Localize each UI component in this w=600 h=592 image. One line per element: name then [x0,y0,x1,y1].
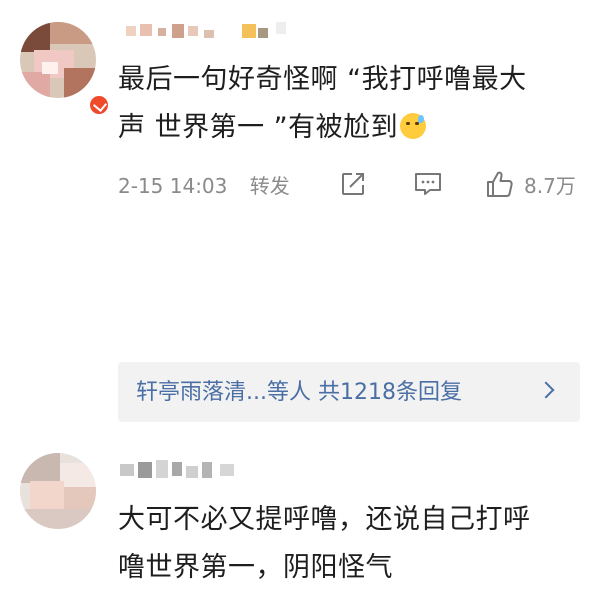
comment-item: 最后一句好奇怪啊 “我打呼噜最大 声 世界第一 ”有被尬到 2-15 14:03… [0,0,600,222]
comment-meta: 2-15 14:03 转发 [118,170,290,199]
chevron-right-icon [537,381,555,399]
sweat-smile-emoji-icon [400,113,427,139]
verified-badge-icon [88,94,110,116]
comment-text-line: 声 世界第一 ”有被尬到 [118,112,399,143]
comment-text: 大可不必又提呼噜，还说自己打呼 噜世界第一，阴阳怪气 [118,496,593,592]
comment-text-line: 最后一句好奇怪啊 “我打呼噜最大 [118,64,527,95]
repost-link[interactable]: 转发 [250,174,290,198]
timestamp: 2-15 14:03 [118,174,228,198]
username-pixelated[interactable] [120,460,300,482]
view-replies-button[interactable]: 轩亭雨落清...等人 共1218条回复 [118,362,580,422]
like-count: 8.7万 [524,174,576,198]
comment-text-line: 噜世界第一，阴阳怪气 [118,552,393,583]
thumbs-up-icon[interactable] [486,170,514,198]
avatar[interactable] [20,453,96,529]
comment-icon[interactable] [414,172,442,196]
avatar[interactable] [20,22,96,98]
comment-text: 最后一句好奇怪啊 “我打呼噜最大 声 世界第一 ”有被尬到 [118,56,588,152]
username-pixelated[interactable] [126,20,306,42]
share-icon[interactable] [340,171,366,197]
comment-text-line: 大可不必又提呼噜，还说自己打呼 [118,504,531,535]
replies-summary: 轩亭雨落清...等人 共1218条回复 [136,380,462,405]
